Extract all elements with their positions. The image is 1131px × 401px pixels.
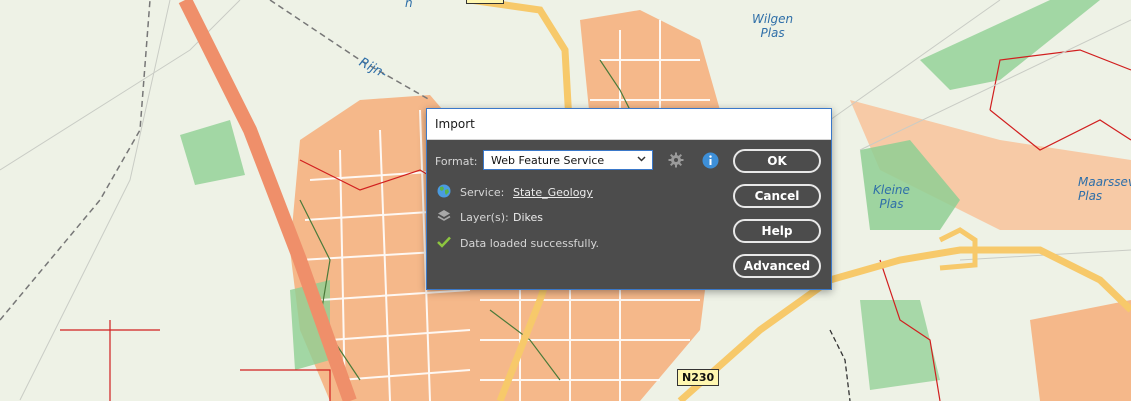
gear-icon[interactable]: [668, 152, 684, 168]
advanced-button[interactable]: Advanced: [733, 254, 821, 278]
format-label: Format:: [435, 155, 478, 168]
globe-icon: [437, 184, 451, 198]
info-icon[interactable]: [702, 152, 719, 169]
layers-label: Layer(s):: [460, 211, 509, 224]
dialog-title: Import: [435, 117, 475, 131]
format-dropdown[interactable]: Web Feature Service: [483, 150, 653, 170]
layers-value: Dikes: [513, 211, 544, 224]
cancel-button[interactable]: Cancel: [733, 184, 821, 208]
help-button[interactable]: Help: [733, 219, 821, 243]
layers-icon: [437, 210, 451, 221]
import-dialog: Import Format: Web Feature Service Servi…: [426, 108, 832, 290]
map-label-kleine-plas: Kleine Plas: [873, 183, 910, 211]
map-label-maarssev-plas: Maarssev Plas: [1078, 175, 1131, 203]
check-icon: [437, 236, 451, 248]
road-shield-top: [466, 0, 504, 4]
status-message: Data loaded successfully.: [460, 237, 599, 250]
chevron-down-icon: [637, 156, 646, 162]
dialog-titlebar[interactable]: Import: [427, 109, 831, 140]
service-link[interactable]: State_Geology: [513, 186, 593, 199]
map-label-wilgen-plas: Wilgen Plas: [752, 12, 794, 40]
map-label-top-fragment: n: [405, 0, 413, 10]
ok-button[interactable]: OK: [733, 149, 821, 173]
road-shield-n230: N230: [677, 369, 720, 386]
service-label: Service:: [460, 186, 505, 199]
format-dropdown-value: Web Feature Service: [491, 154, 605, 167]
